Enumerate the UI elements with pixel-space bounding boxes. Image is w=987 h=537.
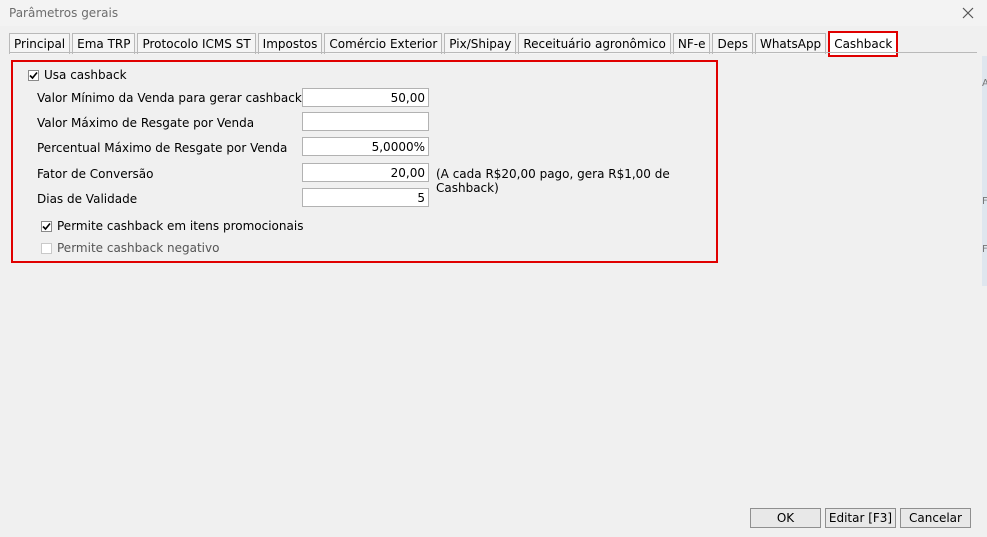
close-icon xyxy=(962,7,974,19)
checkbox-box xyxy=(28,69,39,81)
edge-mark: F xyxy=(982,196,987,207)
tab-pix-shipay[interactable]: Pix/Shipay xyxy=(444,33,517,54)
parametros-gerais-window: Parâmetros gerais Principal Ema TRP Prot… xyxy=(0,0,987,537)
usa-cashback-checkbox[interactable]: Usa cashback xyxy=(28,68,127,82)
title-bar: Parâmetros gerais xyxy=(0,0,987,26)
tab-strip: Principal Ema TRP Protocolo ICMS ST Impo… xyxy=(9,31,900,57)
tab-comercio-exterior[interactable]: Comércio Exterior xyxy=(324,33,443,54)
dias-validade-input[interactable]: 5 xyxy=(302,188,429,207)
tab-protocolo-icms-st[interactable]: Protocolo ICMS ST xyxy=(137,33,256,54)
tab-whatsapp[interactable]: WhatsApp xyxy=(754,33,827,54)
checkbox-box xyxy=(41,220,52,232)
ok-button[interactable]: OK xyxy=(750,508,821,528)
tab-impostos[interactable]: Impostos xyxy=(257,33,323,54)
permite-promocionais-checkbox[interactable]: Permite cashback em itens promocionais xyxy=(41,219,303,233)
check-icon xyxy=(29,71,38,79)
edge-mark: F xyxy=(982,244,987,255)
editar-button[interactable]: Editar [F3] xyxy=(825,508,896,528)
percentual-maximo-label: Percentual Máximo de Resgate por Venda xyxy=(37,141,288,155)
usa-cashback-label: Usa cashback xyxy=(44,68,127,82)
close-button[interactable] xyxy=(957,2,979,24)
tab-nf-e[interactable]: NF-e xyxy=(672,33,711,54)
valor-maximo-label: Valor Máximo de Resgate por Venda xyxy=(37,116,255,130)
valor-maximo-input[interactable] xyxy=(302,112,429,131)
cashback-panel: Usa cashback Valor Mínimo da Venda para … xyxy=(11,60,718,263)
checkbox-box xyxy=(41,242,52,254)
fator-conversao-input[interactable]: 20,00 xyxy=(302,163,429,182)
tab-ema-trp[interactable]: Ema TRP xyxy=(72,33,136,54)
window-title: Parâmetros gerais xyxy=(9,6,119,20)
dias-validade-label: Dias de Validade xyxy=(37,192,138,206)
fator-conversao-label: Fator de Conversão xyxy=(37,167,154,181)
tab-deps[interactable]: Deps xyxy=(712,33,753,54)
cancelar-button[interactable]: Cancelar xyxy=(900,508,971,528)
check-icon xyxy=(42,222,51,230)
edge-mark: A xyxy=(982,78,987,89)
permite-promocionais-label: Permite cashback em itens promocionais xyxy=(57,219,304,233)
tab-receituario-agronomico[interactable]: Receituário agronômico xyxy=(518,33,671,54)
permite-negativo-checkbox[interactable]: Permite cashback negativo xyxy=(41,241,219,255)
tab-divider xyxy=(9,52,977,53)
permite-negativo-label: Permite cashback negativo xyxy=(57,241,220,255)
tab-cashback[interactable]: Cashback xyxy=(828,31,899,57)
fator-conversao-hint: (A cada R$20,00 pago, gera R$1,00 de Cas… xyxy=(436,167,670,195)
percentual-maximo-input[interactable]: 5,0000% xyxy=(302,137,429,156)
valor-minimo-input[interactable]: 50,00 xyxy=(302,88,429,107)
valor-minimo-label: Valor Mínimo da Venda para gerar cashbac… xyxy=(37,91,302,105)
tab-principal[interactable]: Principal xyxy=(9,33,71,54)
